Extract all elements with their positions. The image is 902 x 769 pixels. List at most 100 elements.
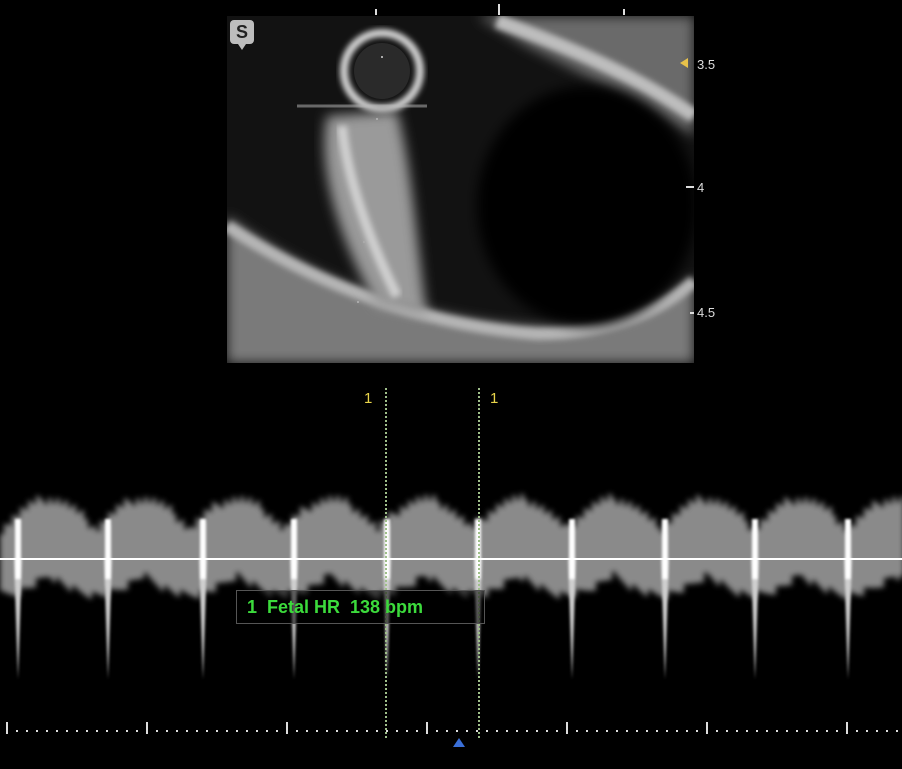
beat-highlight [15,519,21,579]
time-minor-tick [116,730,118,732]
spectrum-column [152,498,156,583]
time-minor-tick [356,730,358,732]
time-minor-tick [506,730,508,732]
spectrum-column [764,520,768,594]
time-minor-tick [176,730,178,732]
spectrum-column [652,518,656,593]
spectrum-column [88,528,92,599]
spectrum-column [284,523,288,598]
top-scale-tick [498,4,500,15]
spectrum-column [396,515,400,587]
spectrum-column [832,515,836,591]
spectrum-column [400,506,404,587]
spectrum-column [592,501,596,591]
time-minor-tick [606,730,608,732]
beat-highlight [200,519,206,579]
beat-highlight [569,519,575,579]
spectrum-column [168,505,172,590]
top-scale-tick [623,9,625,15]
time-minor-tick [546,730,548,732]
spectrum-column [828,507,832,588]
time-minor-tick [276,730,278,732]
spectrum-column [860,517,864,596]
spectrum-column [644,511,648,596]
spectrum-column [792,504,796,576]
spectrum-column [328,496,332,574]
time-minor-tick [206,730,208,732]
time-minor-tick [436,730,438,732]
spectrum-column [28,500,32,588]
spectrum-column [880,506,884,588]
time-minor-tick [26,730,28,732]
spectrum-column [312,502,316,585]
spectrum-column [216,504,220,583]
spectrum-column [352,512,356,590]
time-minor-tick [96,730,98,732]
time-major-tick [6,722,8,734]
time-minor-tick [536,730,538,732]
spectrum-column [432,495,436,577]
spectrum-column [804,497,808,581]
spectrum-column [456,518,460,592]
spectrum-column [364,515,368,592]
spectrum-column [856,516,860,595]
caliper-line-right[interactable] [478,388,480,738]
time-minor-tick [756,730,758,732]
spectrum-column [712,503,716,581]
spectrum-column [164,508,168,586]
spectrum-column [544,513,548,589]
spectrum-column [708,498,712,577]
spectrum-column [308,511,312,585]
spectrum-column [548,510,552,593]
spectrum-column [624,505,628,586]
caliper-line-left[interactable] [385,388,387,738]
spectrum-column [896,502,900,581]
time-minor-tick [826,730,828,732]
time-minor-tick [316,730,318,732]
spectrum-column [264,517,268,594]
spectrum-column [788,501,792,586]
time-minor-tick [216,730,218,732]
top-scale-tick [375,9,377,15]
time-minor-tick [336,730,338,732]
spectrum-column [508,502,512,579]
spectrum-column [120,507,124,590]
spectrum-column [80,510,84,593]
time-minor-tick [806,730,808,732]
spectrum-column [228,503,232,582]
spectrum-column [376,531,380,599]
spectrum-column [212,502,216,592]
spectrum-column [260,508,264,590]
spectrum-column [588,510,592,591]
spectrum-column [600,497,604,582]
time-minor-tick [256,730,258,732]
spectrum-column [248,497,252,587]
time-minor-tick [796,730,798,732]
spectrum-column [420,501,424,577]
spectrum-column [336,495,340,582]
beat-highlight [662,519,668,579]
caliper-label-left: 1 [364,390,373,407]
beat-highlight [291,519,297,579]
spectrum-column [44,504,48,578]
time-minor-tick [466,730,468,732]
time-minor-tick [306,730,308,732]
spectrum-column [524,499,528,577]
spectrum-column [436,501,440,582]
spectrum-column [516,500,520,578]
spectrum-column [540,505,544,585]
time-major-tick [566,722,568,734]
spectrum-column [340,502,344,587]
time-minor-tick [776,730,778,732]
time-minor-tick [816,730,818,732]
spectrum-column [704,504,708,573]
time-minor-tick [586,730,588,732]
time-minor-tick [106,730,108,732]
time-minor-tick [326,730,328,732]
spectrum-column [252,504,256,582]
spectrum-column [720,505,724,581]
depth-label: 4.5 [697,305,716,320]
spectrum-column [32,503,36,588]
time-minor-tick [296,730,298,732]
spectrum-column [648,520,652,590]
